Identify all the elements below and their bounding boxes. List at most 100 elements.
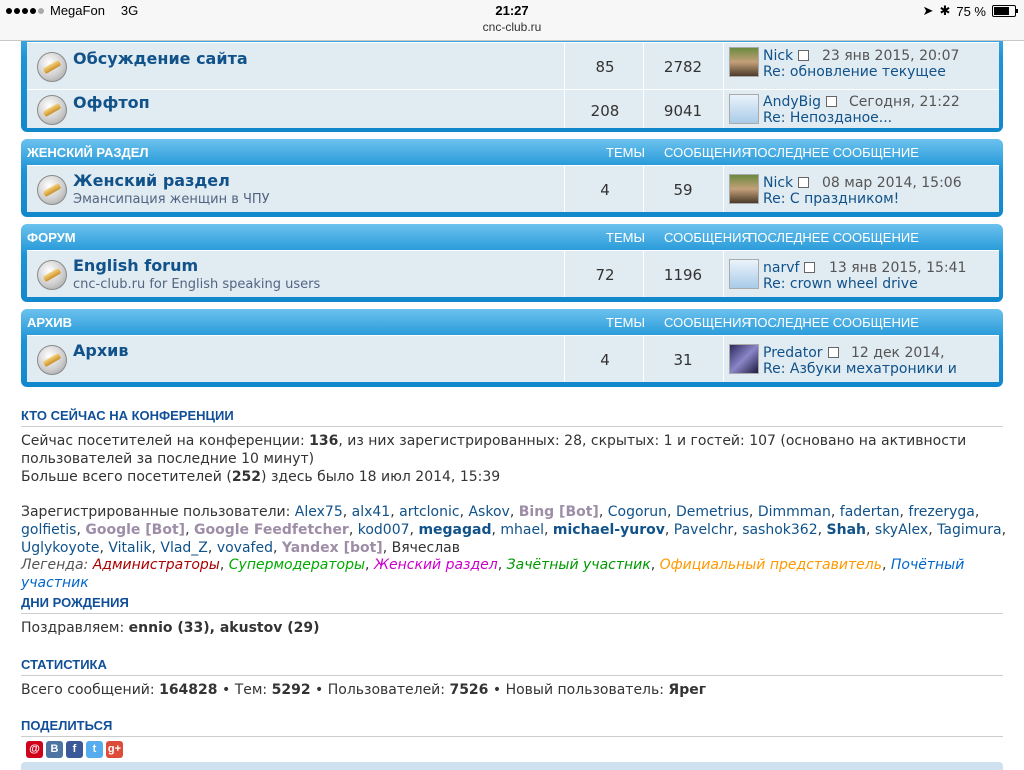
avatar[interactable] <box>729 344 759 374</box>
topics-count: 208 <box>590 102 620 120</box>
online-user-link[interactable]: kod007 <box>358 522 410 538</box>
category-title[interactable]: ЖЕНСКИЙ РАЗДЕЛ <box>27 145 149 160</box>
online-user-link[interactable]: skyAlex <box>875 522 928 538</box>
topics-count: 85 <box>595 58 615 76</box>
online-user-link[interactable]: sashok362 <box>742 522 817 538</box>
avatar[interactable] <box>729 174 759 204</box>
topics-count: 4 <box>600 181 610 199</box>
statistics-line: Всего сообщений: 164828 • Тем: 5292 • По… <box>21 682 707 698</box>
column-posts: СООБЩЕНИЯ <box>664 230 751 245</box>
online-user-link[interactable]: Shah <box>827 522 866 538</box>
online-user-link[interactable]: Vitalik <box>108 540 151 556</box>
forum-row[interactable]: Оффтоп 208 9041 AndyBig Сегодня, 21:22 R… <box>27 89 999 128</box>
posts-count: 9041 <box>663 102 703 120</box>
birthdays-line: Поздравляем: ennio (33), akustov (29) <box>21 620 320 636</box>
category-header: ФОРУМ ТЕМЫ СООБЩЕНИЯ ПОСЛЕДНЕЕ СООБЩЕНИЕ <box>21 224 1003 250</box>
online-user-link[interactable]: Alex75 <box>295 504 343 520</box>
last-post-subject[interactable]: Re: crown wheel drive <box>763 276 918 292</box>
last-post-date: 08 мар 2014, 15:06 <box>822 175 962 191</box>
last-post-author[interactable]: Nick <box>763 175 810 191</box>
mail-ru-icon[interactable]: @ <box>26 741 43 758</box>
forum-read-icon <box>37 345 67 375</box>
twitter-icon[interactable]: t <box>86 741 103 758</box>
forum-title[interactable]: Оффтоп <box>73 93 150 112</box>
online-user-link[interactable]: frezeryga <box>908 504 974 520</box>
avatar[interactable] <box>729 47 759 77</box>
group-legend: Легенда: Администраторы, Супермодераторы… <box>21 557 965 591</box>
category-title[interactable]: АРХИВ <box>27 315 72 330</box>
topics-count: 72 <box>595 266 615 284</box>
online-user-link[interactable]: megagad <box>418 522 491 538</box>
legend-group-link[interactable]: Официальный представитель <box>660 557 882 573</box>
forum-title[interactable]: Женский раздел <box>73 171 230 190</box>
online-user-link[interactable]: Yandex [bot] <box>282 540 383 556</box>
category-header: ЖЕНСКИЙ РАЗДЕЛ ТЕМЫ СООБЩЕНИЯ ПОСЛЕДНЕЕ … <box>21 139 1003 165</box>
online-user-link[interactable]: fadertan <box>840 504 900 520</box>
address-bar[interactable]: cnc-club.ru <box>0 20 1024 34</box>
online-user-link[interactable]: Google [Bot] <box>85 522 185 538</box>
online-user-link[interactable]: Vlad_Z <box>160 540 208 556</box>
online-user-link[interactable]: vovafed <box>217 540 273 556</box>
online-user-link[interactable]: Bing [Bot] <box>519 504 599 520</box>
online-user-link[interactable]: Cogorun <box>608 504 667 520</box>
last-post-author[interactable]: AndyBig <box>763 94 838 110</box>
category-header: АРХИВ ТЕМЫ СООБЩЕНИЯ ПОСЛЕДНЕЕ СООБЩЕНИЕ <box>21 309 1003 335</box>
last-post-author[interactable]: Nick <box>763 48 810 64</box>
online-user-link[interactable]: Вячеслав <box>392 540 460 556</box>
bluetooth-icon: ✱ <box>939 3 951 18</box>
legend-group-link[interactable]: Администраторы <box>93 557 220 573</box>
category-title[interactable]: ФОРУМ <box>27 230 76 245</box>
column-last-post: ПОСЛЕДНЕЕ СООБЩЕНИЕ <box>748 145 919 160</box>
online-user-link[interactable]: artclonic <box>399 504 459 520</box>
online-user-link[interactable]: Pavelchr <box>674 522 734 538</box>
legend-group-link[interactable]: Супермодераторы <box>229 557 365 573</box>
avatar[interactable] <box>729 259 759 289</box>
birthdays-title: ДНИ РОЖДЕНИЯ <box>21 595 1003 614</box>
vkontakte-icon[interactable]: В <box>46 741 63 758</box>
legend-group-link[interactable]: Зачётный участник <box>507 557 651 573</box>
forum-row[interactable]: Обсуждение сайта 85 2782 Nick 23 янв 201… <box>27 42 999 89</box>
forum-title[interactable]: Обсуждение сайта <box>73 49 248 68</box>
last-post-date: 13 янв 2015, 15:41 <box>829 260 967 276</box>
whos-online-title[interactable]: КТО СЕЙЧАС НА КОНФЕРЕНЦИИ <box>21 408 1003 427</box>
forum-category-block: АРХИВ ТЕМЫ СООБЩЕНИЯ ПОСЛЕДНЕЕ СООБЩЕНИЕ… <box>21 309 1003 387</box>
last-post-subject[interactable]: Re: С праздником! <box>763 191 899 207</box>
online-user-link[interactable]: Askov <box>468 504 509 520</box>
goto-post-icon[interactable] <box>798 177 810 188</box>
last-post-subject[interactable]: Re: Азбуки мехатроники и <box>763 361 957 377</box>
posts-count: 2782 <box>663 58 703 76</box>
forum-title[interactable]: Архив <box>73 341 129 360</box>
avatar[interactable] <box>729 94 759 124</box>
online-user-link[interactable]: Demetrius <box>676 504 749 520</box>
last-post-author[interactable]: Predator <box>763 345 839 361</box>
newest-user-link[interactable]: Ярег <box>668 682 706 698</box>
online-user-link[interactable]: mhael <box>500 522 544 538</box>
birthday-users[interactable]: ennio (33), akustov (29) <box>129 620 320 636</box>
last-post-author[interactable]: narvf <box>763 260 816 276</box>
last-post-subject[interactable]: Re: обновление текущее <box>763 64 946 80</box>
forum-row[interactable]: English forum cnc-club.ru for English sp… <box>27 250 999 297</box>
goto-post-icon[interactable] <box>804 262 816 273</box>
last-post-subject[interactable]: Re: Непозданое... <box>763 110 892 126</box>
online-user-link[interactable]: Uglykoyote <box>21 540 99 556</box>
forum-title[interactable]: English forum <box>73 256 198 275</box>
forum-row[interactable]: Женский раздел Эмансипация женщин в ЧПУ … <box>27 165 999 212</box>
online-user-link[interactable]: alx41 <box>352 504 391 520</box>
goto-post-icon[interactable] <box>826 96 838 107</box>
goto-post-icon[interactable] <box>827 347 839 358</box>
google-plus-icon[interactable]: g+ <box>106 741 123 758</box>
forum-row[interactable]: Архив 4 31 Predator 12 дек 2014, Re: Азб… <box>27 335 999 382</box>
online-summary: Сейчас посетителей на конференции: 136, … <box>21 433 967 449</box>
online-user-link[interactable]: Tagimura <box>937 522 1001 538</box>
online-user-link[interactable]: Google Feedfetcher <box>194 522 349 538</box>
goto-post-icon[interactable] <box>798 50 810 61</box>
column-topics: ТЕМЫ <box>606 145 645 160</box>
facebook-icon[interactable]: f <box>66 741 83 758</box>
online-user-link[interactable]: golfietis <box>21 522 76 538</box>
status-bar: MegaFon 3G 21:27 cnc-club.ru ➤ ✱ 75 % <box>0 0 1024 41</box>
legend-group-link[interactable]: Женский раздел <box>374 557 498 573</box>
online-record: Больше всего посетителей (252) здесь был… <box>21 469 501 485</box>
online-user-link[interactable]: michael-yurov <box>553 522 665 538</box>
online-user-link[interactable]: Dimmman <box>758 504 831 520</box>
location-icon: ➤ <box>922 3 934 18</box>
